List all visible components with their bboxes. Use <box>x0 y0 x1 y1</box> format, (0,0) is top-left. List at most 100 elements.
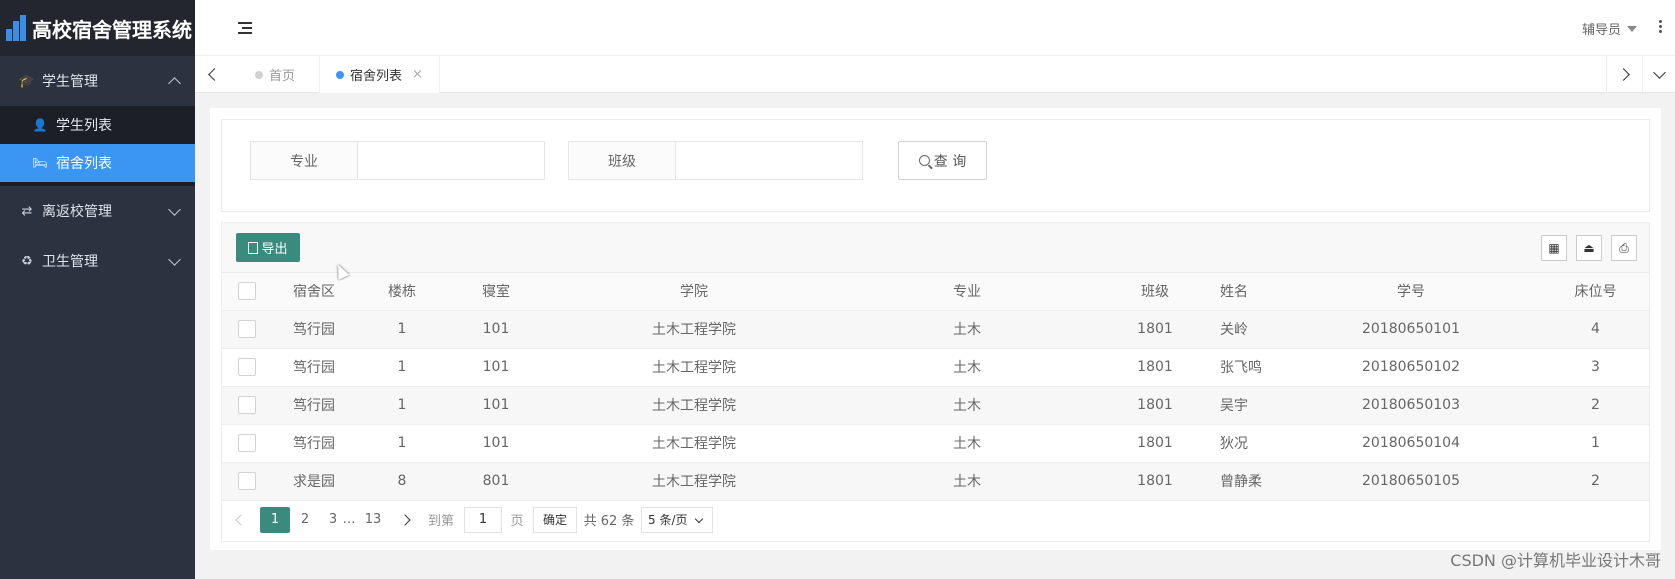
table-row[interactable]: 求是园 8 801 土木工程学院 土木 1801 曾静柔 20180650105… <box>222 462 1649 501</box>
tab-dot-icon <box>255 70 263 79</box>
user-menu[interactable]: 辅导员 <box>1582 19 1637 38</box>
class-input[interactable] <box>676 142 862 179</box>
tab-label: 首页 <box>269 69 296 84</box>
nav-group-hygiene: ♻ 卫生管理 <box>0 236 195 286</box>
sidebar-item-label: 宿舍列表 <box>56 156 112 172</box>
page-button-2[interactable]: 2 <box>290 507 320 533</box>
row-checkbox[interactable] <box>238 320 256 338</box>
tabs-scroll-right-button[interactable] <box>1606 56 1642 93</box>
nav-group-leave-return-header[interactable]: ⇄ 离返校管理 <box>0 186 195 236</box>
column-header[interactable]: 楼栋 <box>356 273 448 311</box>
table-cell: 笃行园 <box>272 386 356 425</box>
row-checkbox[interactable] <box>238 434 256 452</box>
table-cell: 4 <box>1542 310 1649 349</box>
table-cell: 吴宇 <box>1220 386 1280 425</box>
table-toolbar: 导出 ▦ ⏏ ⎙ <box>222 223 1649 273</box>
page-unit-label: 页 <box>510 514 524 529</box>
table-row[interactable]: 笃行园 1 101 土木工程学院 土木 1801 吴宇 20180650103 … <box>222 386 1649 425</box>
print-icon: ⎙ <box>1619 240 1629 255</box>
tab-home[interactable]: 首页 <box>243 56 307 93</box>
menu-toggle-icon[interactable] <box>238 22 252 37</box>
page-size-select[interactable]: 5 条/页 <box>641 506 713 533</box>
columns-filter-button[interactable]: ▦ <box>1541 235 1567 261</box>
table-row[interactable]: 笃行园 1 101 土木工程学院 土木 1801 关岭 20180650101 … <box>222 310 1649 349</box>
submenu-student: 👤 学生列表 🛏 宿舍列表 <box>0 106 195 186</box>
graduation-cap-icon: 🎓 <box>18 73 36 89</box>
field-label: 班级 <box>569 142 676 179</box>
row-select-cell <box>222 310 272 349</box>
table-cell: 张飞鸣 <box>1220 348 1280 387</box>
export-file-button[interactable]: ⏏ <box>1576 235 1602 261</box>
close-icon[interactable]: × <box>412 67 423 82</box>
dorm-table: 宿舍区 楼栋 寝室 学院 专业 班级 姓名 学号 床位号 笃行园 1 101 土… <box>222 273 1649 501</box>
table-row[interactable]: 笃行园 1 101 土木工程学院 土木 1801 狄况 20180650104 … <box>222 424 1649 463</box>
field-label: 专业 <box>251 142 358 179</box>
row-checkbox[interactable] <box>238 396 256 414</box>
table-cell: 801 <box>448 462 544 501</box>
major-input[interactable] <box>358 142 544 179</box>
table-cell: 101 <box>448 310 544 349</box>
sidebar-item-label: 学生列表 <box>56 118 112 134</box>
column-header[interactable]: 专业 <box>844 273 1090 311</box>
table-cell: 曾静柔 <box>1220 462 1280 501</box>
goto-page-input[interactable]: 1 <box>464 506 502 533</box>
select-all-checkbox[interactable] <box>238 282 256 301</box>
table-cell: 土木工程学院 <box>544 310 844 349</box>
row-checkbox[interactable] <box>238 358 256 376</box>
goto-confirm-button[interactable]: 确定 <box>533 506 577 533</box>
more-vertical-icon[interactable] <box>1659 20 1663 35</box>
table-cell: 关岭 <box>1220 310 1280 349</box>
chevron-up-icon <box>168 77 181 90</box>
page-ellipsis: … <box>342 512 356 527</box>
column-header[interactable]: 床位号 <box>1542 273 1649 311</box>
app-logo: 高校宿舍管理系统 <box>0 0 195 56</box>
nav-group-hygiene-header[interactable]: ♻ 卫生管理 <box>0 236 195 286</box>
table-cell: 1801 <box>1090 462 1220 501</box>
sidebar-item-dorm-list[interactable]: 🛏 宿舍列表 <box>0 144 195 182</box>
table-cell: 1 <box>356 348 448 387</box>
column-header[interactable]: 寝室 <box>448 273 544 311</box>
nav-group-student: 🎓 学生管理 👤 学生列表 🛏 宿舍列表 <box>0 56 195 186</box>
prev-page-button[interactable] <box>228 507 254 533</box>
table-cell: 1 <box>1542 424 1649 463</box>
tab-label: 宿舍列表 <box>350 69 403 84</box>
tabs-scroll-left-button[interactable] <box>195 56 231 93</box>
search-icon <box>918 155 930 166</box>
table-cell: 土木工程学院 <box>544 348 844 387</box>
search-button-label: 查 询 <box>933 153 967 170</box>
column-header[interactable]: 姓名 <box>1220 273 1280 311</box>
export-button[interactable]: 导出 <box>236 233 300 262</box>
table-cell: 1 <box>356 310 448 349</box>
table-cell: 土木工程学院 <box>544 462 844 501</box>
column-header[interactable]: 学号 <box>1280 273 1542 311</box>
top-header: 辅导员 <box>195 0 1675 56</box>
sidebar-item-student-list[interactable]: 👤 学生列表 <box>0 106 195 144</box>
nav-group-student-header[interactable]: 🎓 学生管理 <box>0 56 195 106</box>
row-select-cell <box>222 462 272 501</box>
export-icon: ⏏ <box>1583 241 1595 255</box>
page-button-last[interactable]: 13 <box>358 507 388 533</box>
row-checkbox[interactable] <box>238 472 256 490</box>
print-button[interactable]: ⎙ <box>1611 235 1637 261</box>
table-cell: 1801 <box>1090 424 1220 463</box>
tabs-more-button[interactable] <box>1642 56 1675 93</box>
class-field: 班级 <box>568 141 863 180</box>
column-header[interactable]: 班级 <box>1090 273 1220 311</box>
file-icon <box>248 241 259 254</box>
tab-dot-icon <box>336 70 344 79</box>
chevron-right-icon <box>399 513 411 526</box>
table-row[interactable]: 笃行园 1 101 土木工程学院 土木 1801 张飞鸣 20180650102… <box>222 348 1649 387</box>
table-cell: 土木 <box>844 310 1090 349</box>
table-cell: 2 <box>1542 386 1649 425</box>
recycle-icon: ♻ <box>21 253 33 269</box>
table-cell: 3 <box>1542 348 1649 387</box>
tab-dorm-list[interactable]: 宿舍列表 × <box>319 56 440 93</box>
next-page-button[interactable] <box>392 507 418 533</box>
table-cell: 土木工程学院 <box>544 424 844 463</box>
page-button-1[interactable]: 1 <box>260 506 290 533</box>
column-header[interactable]: 学院 <box>544 273 844 311</box>
column-header[interactable]: 宿舍区 <box>272 273 356 311</box>
search-button[interactable]: 查 询 <box>898 141 987 180</box>
row-select-cell <box>222 424 272 463</box>
export-button-label: 导出 <box>261 242 288 257</box>
